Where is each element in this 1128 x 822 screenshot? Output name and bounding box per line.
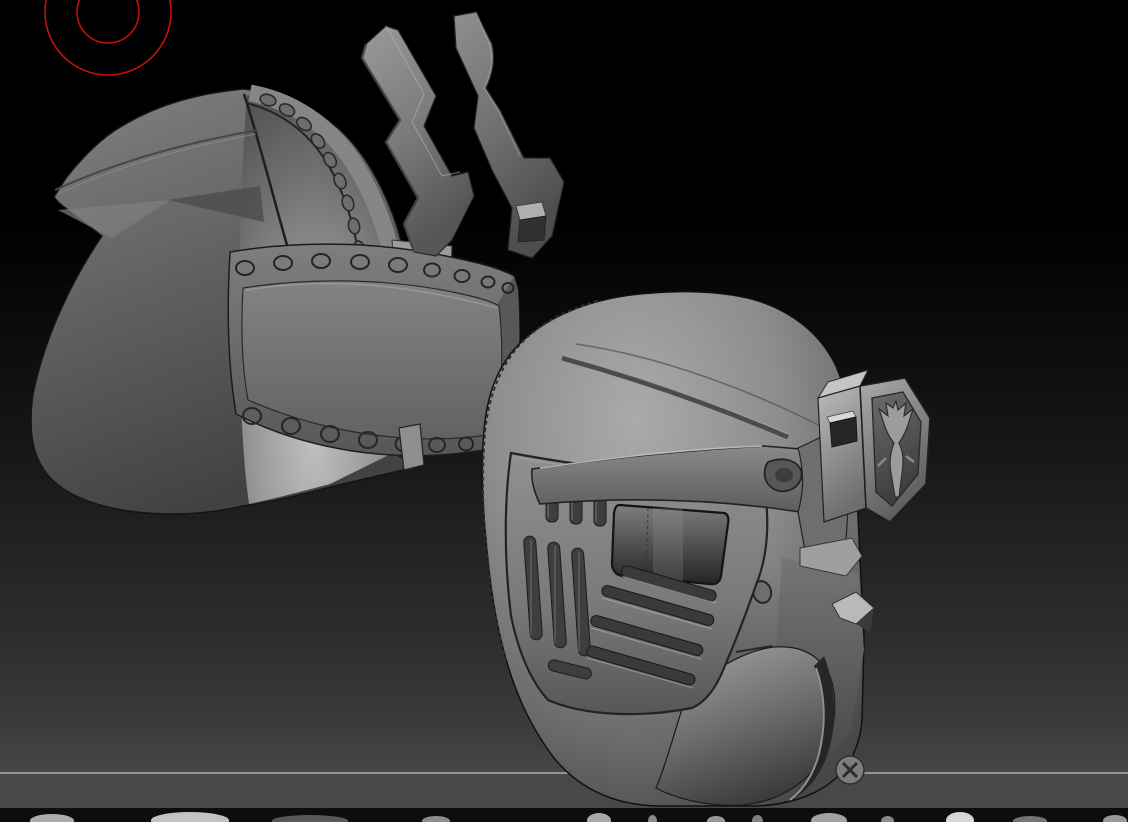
rim-bottom-tab — [399, 424, 424, 470]
tray-thumbnail[interactable] — [811, 813, 847, 822]
tray-thumbnail[interactable] — [648, 815, 657, 822]
visor-teardrop-inner — [775, 468, 793, 482]
brush-cursor — [45, 0, 171, 75]
viewport-3d — [0, 0, 1128, 822]
tray-thumbnail[interactable] — [707, 816, 725, 822]
tray-thumbnail[interactable] — [881, 816, 894, 822]
crest-right-body — [454, 12, 564, 258]
tray-thumbnail[interactable] — [1103, 815, 1127, 822]
tray-thumbnail[interactable] — [422, 816, 450, 822]
tray-thumbnail[interactable] — [1013, 816, 1047, 822]
model-crest-strip-right[interactable] — [454, 12, 564, 258]
brush-cursor-inner-ring — [77, 0, 139, 43]
tray-thumbnail[interactable] — [30, 814, 74, 822]
hex-badge — [818, 370, 930, 522]
tray-thumbnail[interactable] — [151, 812, 229, 822]
tray-thumbnail[interactable] — [587, 813, 611, 822]
tray-thumbnail[interactable] — [272, 815, 348, 822]
tray-thumbnail[interactable] — [946, 812, 974, 822]
brush-cursor-outer-ring — [45, 0, 171, 75]
badge-front-face — [818, 386, 866, 522]
rear-vent-knob — [836, 756, 864, 784]
model-helmet-shell[interactable] — [31, 89, 519, 514]
model-assembled-helmet[interactable] — [482, 292, 930, 806]
thumbnail-tray — [0, 808, 1128, 822]
crest-right-tab-front — [518, 216, 546, 242]
tray-thumbnail[interactable] — [752, 815, 763, 822]
eye-interior-light — [653, 508, 683, 582]
sculpt-canvas[interactable] — [0, 0, 1128, 822]
